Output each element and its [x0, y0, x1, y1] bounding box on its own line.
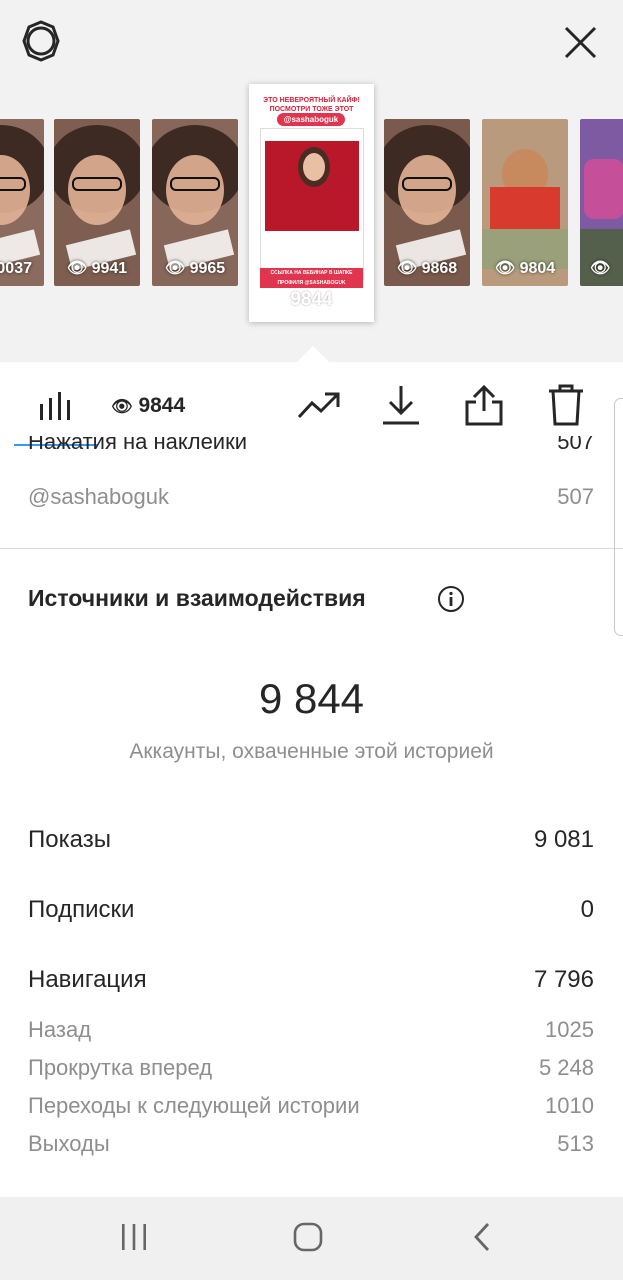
sticker-handle-value: 507	[557, 484, 594, 509]
view-count-value: 9868	[421, 260, 458, 277]
view-count: 10037	[0, 260, 32, 277]
forward-label: Прокрутка вперед	[28, 1055, 213, 1080]
reach-caption: Аккаунты, охваченные этой историей	[129, 740, 494, 763]
view-count-value: 9965	[189, 260, 226, 277]
eye-icon: 👁	[590, 260, 611, 277]
view-count: 👁	[580, 258, 623, 278]
bar-chart-icon[interactable]	[39, 390, 71, 420]
view-count: 👁 9965	[152, 258, 238, 278]
recents-icon[interactable]	[119, 1223, 149, 1251]
story-thumbnail[interactable]: 👁	[580, 119, 623, 286]
system-navigation-bar	[0, 1197, 623, 1280]
sticker-taps-value: 507	[557, 436, 594, 454]
navigation-value: 7 796	[533, 966, 594, 993]
views-count: 9844	[138, 394, 186, 417]
impressions-label: Показы	[28, 826, 111, 853]
story-thumbnail-strip: 10037 👁 9941 👁 9965 ЭТО НЕВЕРОЯТНЫЙ КАЙФ…	[0, 0, 623, 362]
story-thumbnail[interactable]: 👁 9941	[54, 119, 140, 286]
story-thumbnail[interactable]: 👁 9965	[152, 119, 238, 286]
story-thumbnail[interactable]: 10037	[0, 119, 44, 286]
eye-icon: 👁	[66, 260, 88, 277]
embedded-post	[260, 128, 364, 280]
trending-up-icon[interactable]	[297, 390, 341, 420]
close-icon[interactable]	[564, 26, 597, 59]
sticker-taps-label: Нажатия на наклейки	[28, 436, 248, 454]
eye-icon: 👁	[396, 260, 418, 277]
sources-section-title: Источники и взаимодействия	[28, 585, 366, 612]
story-cta: ССЫЛКА НА ВЕБИНАР В ШАПКЕ ПРОФИЛЯ @SASHA…	[260, 268, 363, 288]
views-indicator: 👁 9844	[111, 394, 185, 418]
forward-value: 5 248	[538, 1055, 594, 1080]
settings-icon[interactable]	[20, 20, 62, 62]
view-count: 👁 9941	[54, 258, 140, 278]
navigation-label: Навигация	[28, 966, 147, 993]
exits-label: Выходы	[28, 1131, 110, 1156]
sticker-taps-row: Нажатия на наклейки 507	[0, 436, 623, 464]
scrollbar[interactable]	[614, 398, 623, 636]
eye-icon: 👁	[494, 260, 516, 277]
follows-label: Подписки	[28, 896, 135, 923]
view-count: 👁 9804	[482, 258, 568, 278]
reach-value: 9 844	[258, 675, 365, 722]
trash-icon[interactable]	[548, 384, 584, 426]
section-divider	[0, 548, 623, 549]
story-thumbnail[interactable]: 👁 9804	[482, 119, 568, 286]
home-icon[interactable]	[293, 1222, 323, 1252]
view-count-value: 9941	[91, 260, 128, 277]
view-count-value: 9804	[519, 260, 556, 277]
selected-view-count: 9844	[290, 289, 333, 310]
download-icon[interactable]	[382, 384, 420, 426]
follows-value: 0	[580, 896, 594, 923]
back-icon[interactable]	[472, 1222, 492, 1252]
sticker-handle-label: @sashaboguk	[28, 484, 169, 509]
next-story-label: Переходы к следующей истории	[28, 1093, 360, 1118]
story-handle-sticker: @sashaboguk	[277, 113, 345, 126]
selected-story-thumbnail[interactable]: ЭТО НЕВЕРОЯТНЫЙ КАЙФ! ПОСМОТРИ ТОЖЕ ЭТОТ…	[249, 84, 374, 322]
eye-icon: 👁	[164, 260, 186, 277]
story-thumbnail[interactable]: 👁 9868	[384, 119, 470, 286]
selection-pointer	[297, 346, 329, 362]
eye-icon: 👁	[111, 397, 133, 416]
impressions-value: 9 081	[533, 826, 594, 853]
next-story-value: 1010	[545, 1093, 594, 1118]
back-label: Назад	[28, 1017, 92, 1042]
back-value: 1025	[545, 1017, 594, 1042]
info-icon[interactable]	[437, 585, 465, 613]
sources-title-text: Источники и взаимодействия	[28, 585, 366, 611]
view-count: 👁 9868	[384, 258, 470, 278]
exits-value: 513	[557, 1131, 594, 1156]
share-icon[interactable]	[465, 384, 503, 426]
